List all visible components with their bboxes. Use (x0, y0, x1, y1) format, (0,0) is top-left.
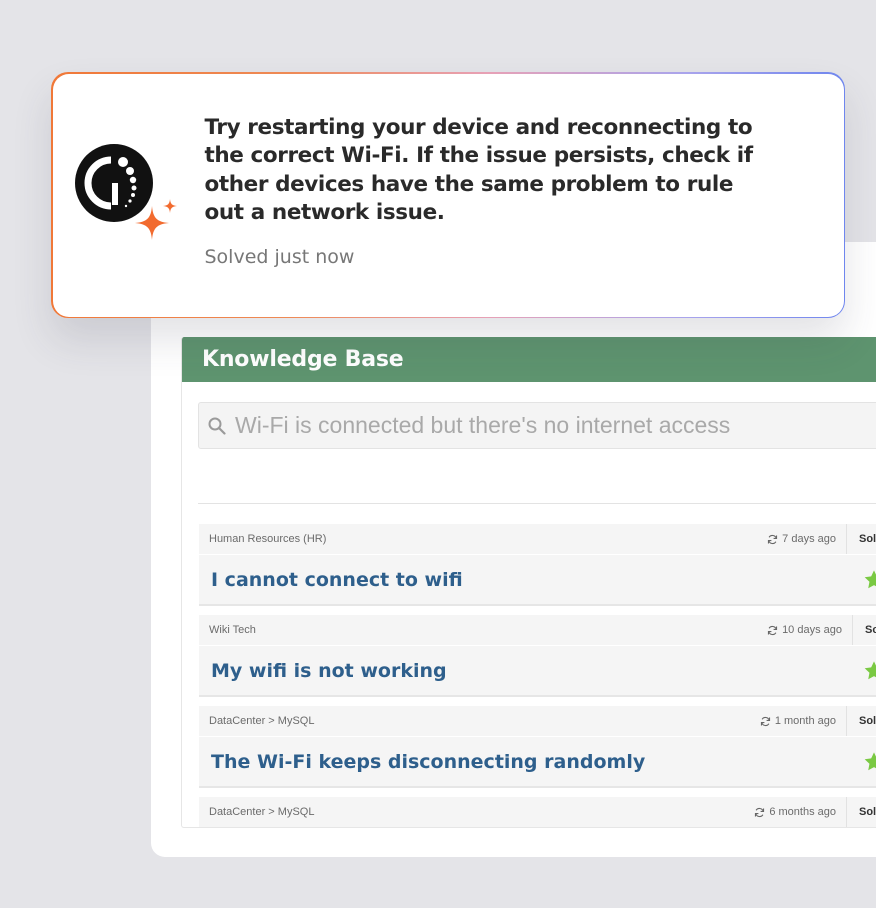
refresh-icon (768, 534, 778, 544)
article-item[interactable]: Human Resources (HR) 7 days ago Solved 7… (199, 524, 876, 606)
knowledge-base: Knowledge Base Human Resources (HR) 7 da… (181, 337, 876, 828)
article-updated: 7 days ago (767, 524, 847, 554)
notification-status: Solved just now (204, 245, 355, 268)
article-title-row[interactable]: The Wi-Fi keeps disconnecting randomly (199, 737, 876, 786)
refresh-icon (760, 716, 770, 726)
article-title[interactable]: My wifi is not working (211, 660, 447, 682)
search-bar[interactable] (198, 402, 876, 449)
notification-card: Try restarting your device and reconnect… (51, 72, 845, 318)
notification-body: Try restarting your device and reconnect… (52, 73, 844, 317)
article-title-row[interactable]: I cannot connect to wifi (199, 555, 876, 604)
article-solved-count: Solved 1 re (865, 624, 876, 636)
article-updated: 6 months ago (754, 797, 847, 827)
star-icon[interactable] (863, 569, 876, 590)
article-updated: 10 days ago (767, 615, 853, 645)
article-solved-count: Solved 7 req (859, 533, 876, 545)
refresh-icon (755, 807, 765, 817)
article-title-row[interactable]: My wifi is not working (199, 646, 876, 695)
article-updated-text: 1 month ago (774, 715, 836, 727)
sparkle-icon (134, 198, 177, 240)
article-solved-count: Solved 1 req (859, 806, 876, 818)
article-category: DataCenter > MySQL (209, 806, 315, 818)
knowledge-base-title: Knowledge Base (182, 337, 876, 382)
divider (198, 503, 876, 504)
notification-message: Try restarting your device and reconnect… (204, 114, 754, 226)
star-icon[interactable] (863, 660, 876, 681)
star-icon[interactable] (863, 751, 876, 772)
article-category: DataCenter > MySQL (209, 715, 315, 727)
article-updated-text: 7 days ago (782, 533, 836, 545)
article-meta: Wiki Tech 10 days ago Solved 1 re (199, 615, 876, 646)
article-meta: Human Resources (HR) 7 days ago Solved 7… (199, 524, 876, 555)
article-updated-text: 10 days ago (782, 624, 842, 636)
article-item[interactable]: DataCenter > MySQL 6 months ago Solved 1… (199, 797, 876, 827)
article-meta: DataCenter > MySQL 6 months ago Solved 1… (199, 797, 876, 827)
article-category: Human Resources (HR) (209, 533, 327, 545)
article-item[interactable]: Wiki Tech 10 days ago Solved 1 re My wif… (199, 615, 876, 697)
article-updated: 1 month ago (760, 706, 847, 736)
article-meta: DataCenter > MySQL 1 month ago Solved 1 … (199, 706, 876, 737)
article-updated-text: 6 months ago (769, 806, 836, 818)
article-title[interactable]: The Wi-Fi keeps disconnecting randomly (211, 751, 645, 773)
search-icon (208, 417, 226, 435)
article-solved-count: Solved 1 req (859, 715, 876, 727)
article-category: Wiki Tech (209, 624, 256, 636)
article-item[interactable]: DataCenter > MySQL 1 month ago Solved 1 … (199, 706, 876, 788)
search-input[interactable] (235, 412, 876, 439)
refresh-icon (767, 625, 778, 635)
article-title[interactable]: I cannot connect to wifi (211, 569, 463, 591)
